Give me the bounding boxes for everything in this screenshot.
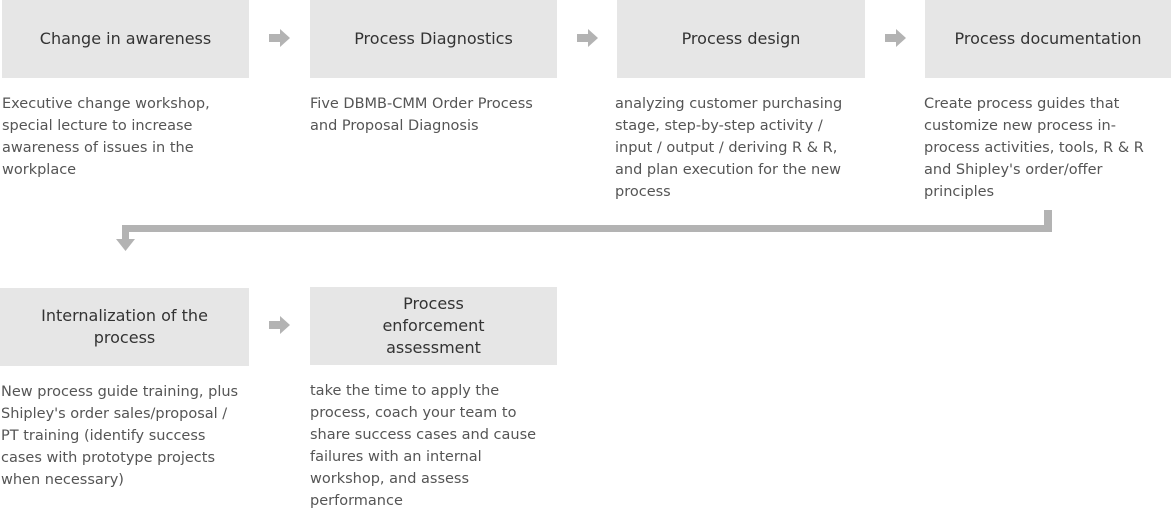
step-description: Executive change workshop, special lectu… xyxy=(2,96,210,178)
right-arrow-icon xyxy=(577,29,598,47)
step-title: Process enforcement assessment xyxy=(382,294,485,357)
step-box-internalization: Internalization of the process xyxy=(0,288,249,366)
step-box-process-documentation: Process documentation xyxy=(925,0,1171,78)
step-description: New process guide training, plus Shipley… xyxy=(1,384,239,488)
step-title: Process documentation xyxy=(954,29,1142,48)
step-description: Create process guides that customize new… xyxy=(924,96,1144,200)
right-arrow-icon xyxy=(885,29,906,47)
return-connector-arrow xyxy=(116,210,1052,251)
step-description: analyzing customer purchasing stage, ste… xyxy=(615,96,843,200)
step-title: Process design xyxy=(681,29,801,48)
step-box-process-design: Process design xyxy=(617,0,865,78)
step-box-enforcement-assessment: Process enforcement assessment xyxy=(310,287,557,365)
step-description: take the time to apply the process, coac… xyxy=(310,383,537,509)
step-description: Five DBMB-CMM Order Process and Proposal… xyxy=(310,96,533,134)
right-arrow-icon xyxy=(269,29,290,47)
step-title: Internalization of the process xyxy=(41,306,208,347)
step-title: Process Diagnostics xyxy=(354,29,513,48)
right-arrow-icon xyxy=(269,316,290,334)
step-title: Change in awareness xyxy=(39,29,212,48)
step-box-process-diagnostics: Process Diagnostics xyxy=(310,0,557,78)
step-box-change-in-awareness: Change in awareness xyxy=(2,0,249,78)
